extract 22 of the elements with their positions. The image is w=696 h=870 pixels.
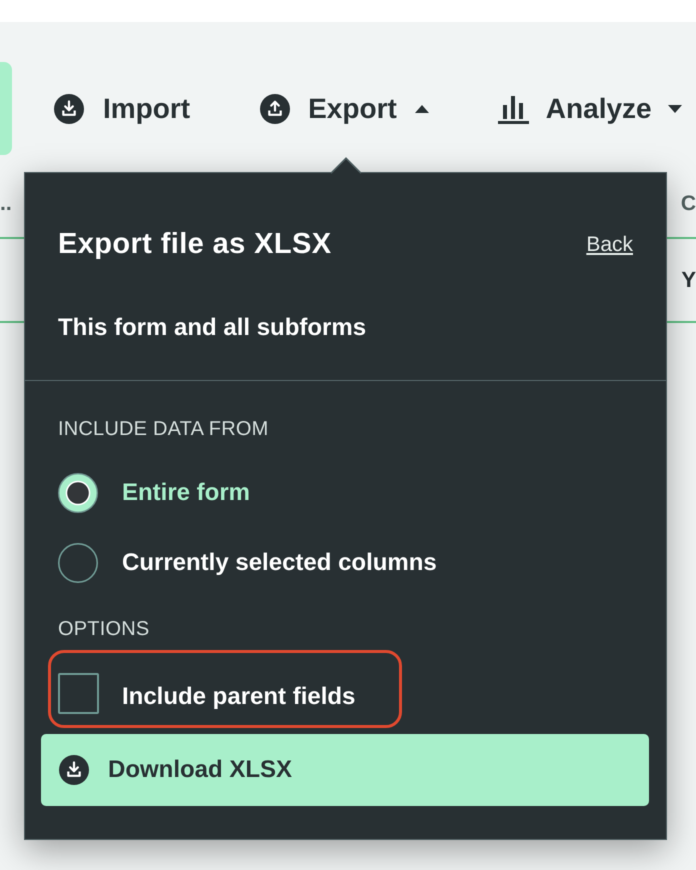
analyze-dropdown-button[interactable]: Analyze — [498, 92, 682, 124]
export-dropdown-button[interactable]: Export — [260, 92, 429, 124]
radio-label[interactable]: Entire form — [122, 479, 250, 507]
column-header: .. — [0, 192, 12, 216]
import-button[interactable]: Import — [54, 92, 190, 124]
radio-label[interactable]: Currently selected columns — [122, 549, 437, 577]
upload-icon — [260, 94, 290, 124]
table-cell: Y — [681, 267, 696, 293]
popover-title: Export file as XLSX — [58, 227, 332, 261]
radio-button[interactable] — [58, 473, 98, 513]
bar-chart-icon — [498, 94, 529, 124]
checkbox[interactable] — [58, 673, 99, 714]
checkbox-label[interactable]: Include parent fields — [122, 682, 356, 710]
export-scope-text: This form and all subforms — [58, 314, 366, 342]
download-icon — [54, 94, 84, 124]
download-button[interactable]: Download XLSX — [41, 734, 649, 806]
section-heading: INCLUDE DATA FROM — [58, 418, 268, 440]
column-header: C — [680, 192, 696, 216]
download-icon — [59, 755, 89, 785]
section-heading: OPTIONS — [58, 618, 150, 640]
radio-button[interactable] — [58, 543, 98, 583]
back-link[interactable]: Back — [586, 232, 633, 256]
